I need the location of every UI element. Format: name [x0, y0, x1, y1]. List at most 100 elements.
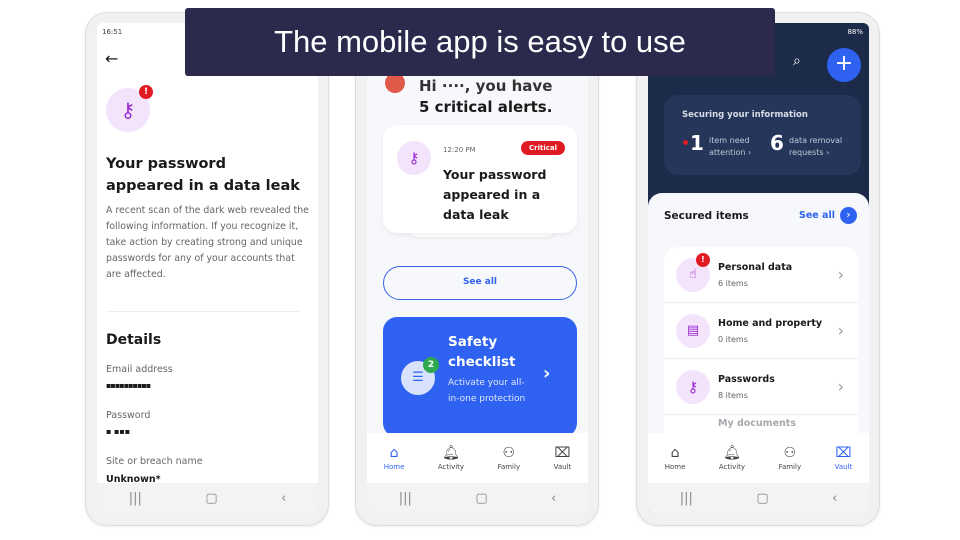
tab-family[interactable]: ⚇ Family	[779, 446, 802, 471]
divider	[106, 311, 300, 312]
list-item-personal-data[interactable]: ☝ ! Personal data 6 items ›	[664, 247, 858, 303]
item-name: Passwords	[718, 373, 775, 385]
tab-home[interactable]: ⌂ Home	[665, 446, 686, 471]
page-title: Your password appeared in a data leak	[106, 156, 300, 194]
item-name: Home and property	[718, 317, 823, 329]
tab-label: Home	[383, 462, 405, 471]
vault-icon: ⌧	[554, 444, 571, 461]
tab-label: Activity	[437, 462, 465, 471]
family-icon: ⚇	[502, 444, 516, 461]
key-icon: ⚷	[676, 369, 710, 404]
tab-label: Vault	[553, 462, 572, 471]
chevron-right-icon: ›	[837, 321, 844, 340]
avatar	[385, 73, 405, 93]
home-icon[interactable]: ▢	[475, 491, 487, 506]
alert-dot	[683, 140, 688, 145]
alert-card[interactable]: ⚷ 12:20 PM Critical Your password appear…	[383, 125, 577, 233]
tab-home[interactable]: ⌂ Home	[384, 446, 405, 471]
tab-vault[interactable]: ⌧ Vault	[835, 446, 853, 471]
alerts-headline: 5 critical alerts.	[419, 98, 553, 116]
recent-apps-icon[interactable]: |||	[129, 491, 142, 506]
tab-activity[interactable]: 🔔︎ Activity	[719, 446, 745, 471]
recent-apps-icon[interactable]: |||	[680, 491, 693, 506]
field-label: Email address	[106, 364, 173, 375]
checklist-subtitle: Activate your all-in-one protection	[448, 378, 526, 404]
checklist-title: Safety checklist	[448, 334, 516, 370]
item-count: 6 items	[718, 278, 748, 288]
banner-title: The mobile app is easy to use	[185, 8, 775, 76]
alert-time: 12:20 PM	[443, 146, 476, 154]
alert-badge-icon: !	[696, 253, 710, 267]
alert-title: Your password appeared in a data leak	[443, 167, 547, 222]
summary-title: Securing your information	[682, 110, 808, 120]
see-all-button[interactable]: See all	[383, 266, 577, 300]
bottom-tab-bar: ⌂ Home 🔔︎ Activity ⚇ Family ⌧ Vault	[367, 433, 588, 483]
list-item-home-property[interactable]: ▤ Home and property 0 items ›	[664, 303, 858, 359]
attention-label[interactable]: item need attention ›	[709, 135, 764, 159]
password-value: ▪ ▪▪▪	[106, 427, 131, 436]
screen: Hi ····, you have 5 critical alerts. ⚷ 1…	[367, 23, 588, 513]
removal-count[interactable]: 6	[770, 131, 784, 155]
tab-label: Family	[778, 462, 802, 471]
list-item-passwords[interactable]: ⚷ Passwords 8 items ›	[664, 359, 858, 415]
safety-checklist-card[interactable]: ☰ 2 Safety checklist Activate your all-i…	[383, 317, 577, 437]
item-count: 8 items	[718, 390, 748, 400]
back-icon[interactable]: ‹	[832, 491, 837, 506]
tab-label: Family	[497, 462, 521, 471]
key-icon: ⚷	[397, 141, 431, 175]
chevron-right-icon: ›	[543, 363, 551, 384]
summary-card: Securing your information 1 item need at…	[664, 95, 861, 175]
greeting: Hi ····, you have	[419, 77, 553, 95]
system-nav-bar: ||| ▢ ‹	[97, 483, 318, 513]
description: A recent scan of the dark web revealed t…	[106, 205, 309, 280]
battery-status: 88%	[847, 28, 863, 36]
status-time: 16:51	[102, 28, 123, 36]
document-icon: ▤	[676, 313, 710, 348]
search-icon[interactable]: ⌕	[793, 53, 801, 69]
field-label: Site or breach name	[106, 456, 203, 467]
tab-label: Vault	[834, 462, 853, 471]
tab-family[interactable]: ⚇ Family	[498, 446, 521, 471]
chevron-right-icon[interactable]: ›	[840, 207, 857, 224]
secured-items-title: Secured items	[664, 210, 749, 222]
tab-label: Activity	[718, 462, 746, 471]
bell-icon: 🔔︎	[442, 444, 460, 461]
attention-count[interactable]: 1	[690, 131, 704, 155]
list-item-my-documents[interactable]: My documents	[718, 418, 796, 429]
bell-icon: 🔔︎	[723, 444, 741, 461]
vault-icon: ⌧	[835, 444, 852, 461]
phone-home: Hi ····, you have 5 critical alerts. ⚷ 1…	[355, 12, 599, 526]
email-value: ▪▪▪▪▪▪▪▪▪▪	[106, 381, 151, 390]
field-label: Password	[106, 410, 151, 421]
phone-leak-detail: 16:51 ← ⚷ ! Your password appeared in a …	[85, 12, 329, 526]
removal-label[interactable]: data removal requests ›	[789, 135, 859, 159]
critical-badge: Critical	[521, 141, 566, 155]
tab-vault[interactable]: ⌧ Vault	[554, 446, 572, 471]
back-arrow-icon[interactable]: ←	[105, 49, 118, 68]
details-heading: Details	[106, 332, 162, 348]
home-icon: ⌂	[670, 444, 680, 461]
home-icon[interactable]: ▢	[756, 491, 768, 506]
chevron-right-icon: ›	[837, 265, 844, 284]
phone-vault: 88% ⌕ + Securing your information 1 item…	[636, 12, 880, 526]
item-count: 0 items	[718, 334, 748, 344]
home-icon: ⌂	[389, 444, 399, 461]
alert-badge-icon: !	[139, 85, 153, 99]
bottom-tab-bar: ⌂ Home 🔔︎ Activity ⚇ Family ⌧ Vault	[648, 433, 869, 483]
system-nav-bar: ||| ▢ ‹	[648, 483, 869, 513]
screen: 16:51 ← ⚷ ! Your password appeared in a …	[97, 23, 318, 513]
secured-items-list: ☝ ! Personal data 6 items › ▤ Home and pr…	[664, 247, 858, 447]
back-icon[interactable]: ‹	[281, 491, 286, 506]
back-icon[interactable]: ‹	[551, 491, 556, 506]
system-nav-bar: ||| ▢ ‹	[367, 483, 588, 513]
tab-label: Home	[664, 462, 686, 471]
see-all-link[interactable]: See all	[799, 210, 835, 221]
add-button[interactable]: +	[827, 48, 861, 82]
item-name: Personal data	[718, 261, 793, 273]
tab-activity[interactable]: 🔔︎ Activity	[438, 446, 464, 471]
recent-apps-icon[interactable]: |||	[399, 491, 412, 506]
home-icon[interactable]: ▢	[205, 491, 217, 506]
chevron-right-icon: ›	[837, 377, 844, 396]
checklist-count-badge: 2	[423, 357, 439, 373]
screen: 88% ⌕ + Securing your information 1 item…	[648, 23, 869, 513]
